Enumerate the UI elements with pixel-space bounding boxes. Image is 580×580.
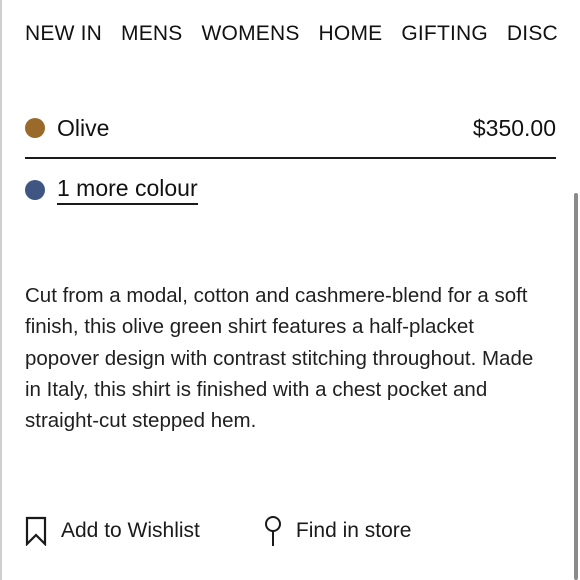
top-navigation: NEW IN MENS WOMENS HOME GIFTING DISC xyxy=(25,18,580,50)
nav-item-womens[interactable]: WOMENS xyxy=(202,18,300,50)
nav-item-mens[interactable]: MENS xyxy=(121,18,182,50)
nav-item-new-in[interactable]: NEW IN xyxy=(25,18,102,50)
colour-swatch-olive[interactable] xyxy=(25,118,45,138)
selected-colour-name: Olive xyxy=(57,114,110,141)
divider xyxy=(25,157,556,159)
location-pin-icon xyxy=(264,515,282,547)
more-colours-link[interactable]: 1 more colour xyxy=(57,175,198,205)
scrollbar[interactable] xyxy=(574,193,578,580)
nav-item-home[interactable]: HOME xyxy=(319,18,383,50)
nav-item-discover[interactable]: DISC xyxy=(507,18,558,50)
add-to-wishlist-button[interactable]: Add to Wishlist xyxy=(25,516,200,546)
colour-swatch-other[interactable] xyxy=(25,180,45,200)
page-edge xyxy=(0,0,2,580)
nav-item-gifting[interactable]: GIFTING xyxy=(401,18,488,50)
add-to-wishlist-label: Add to Wishlist xyxy=(61,519,200,542)
find-in-store-label: Find in store xyxy=(295,519,412,542)
more-colours-row: 1 more colour xyxy=(25,172,556,208)
product-description: Cut from a modal, cotton and cashmere-bl… xyxy=(25,284,534,433)
product-actions: Add to Wishlist Find in store xyxy=(25,513,411,549)
bookmark-icon xyxy=(25,516,47,546)
selected-colour-row: Olive $350.00 xyxy=(25,110,556,146)
find-in-store-button[interactable]: Find in store xyxy=(264,515,412,547)
product-price: $350.00 xyxy=(472,114,556,141)
